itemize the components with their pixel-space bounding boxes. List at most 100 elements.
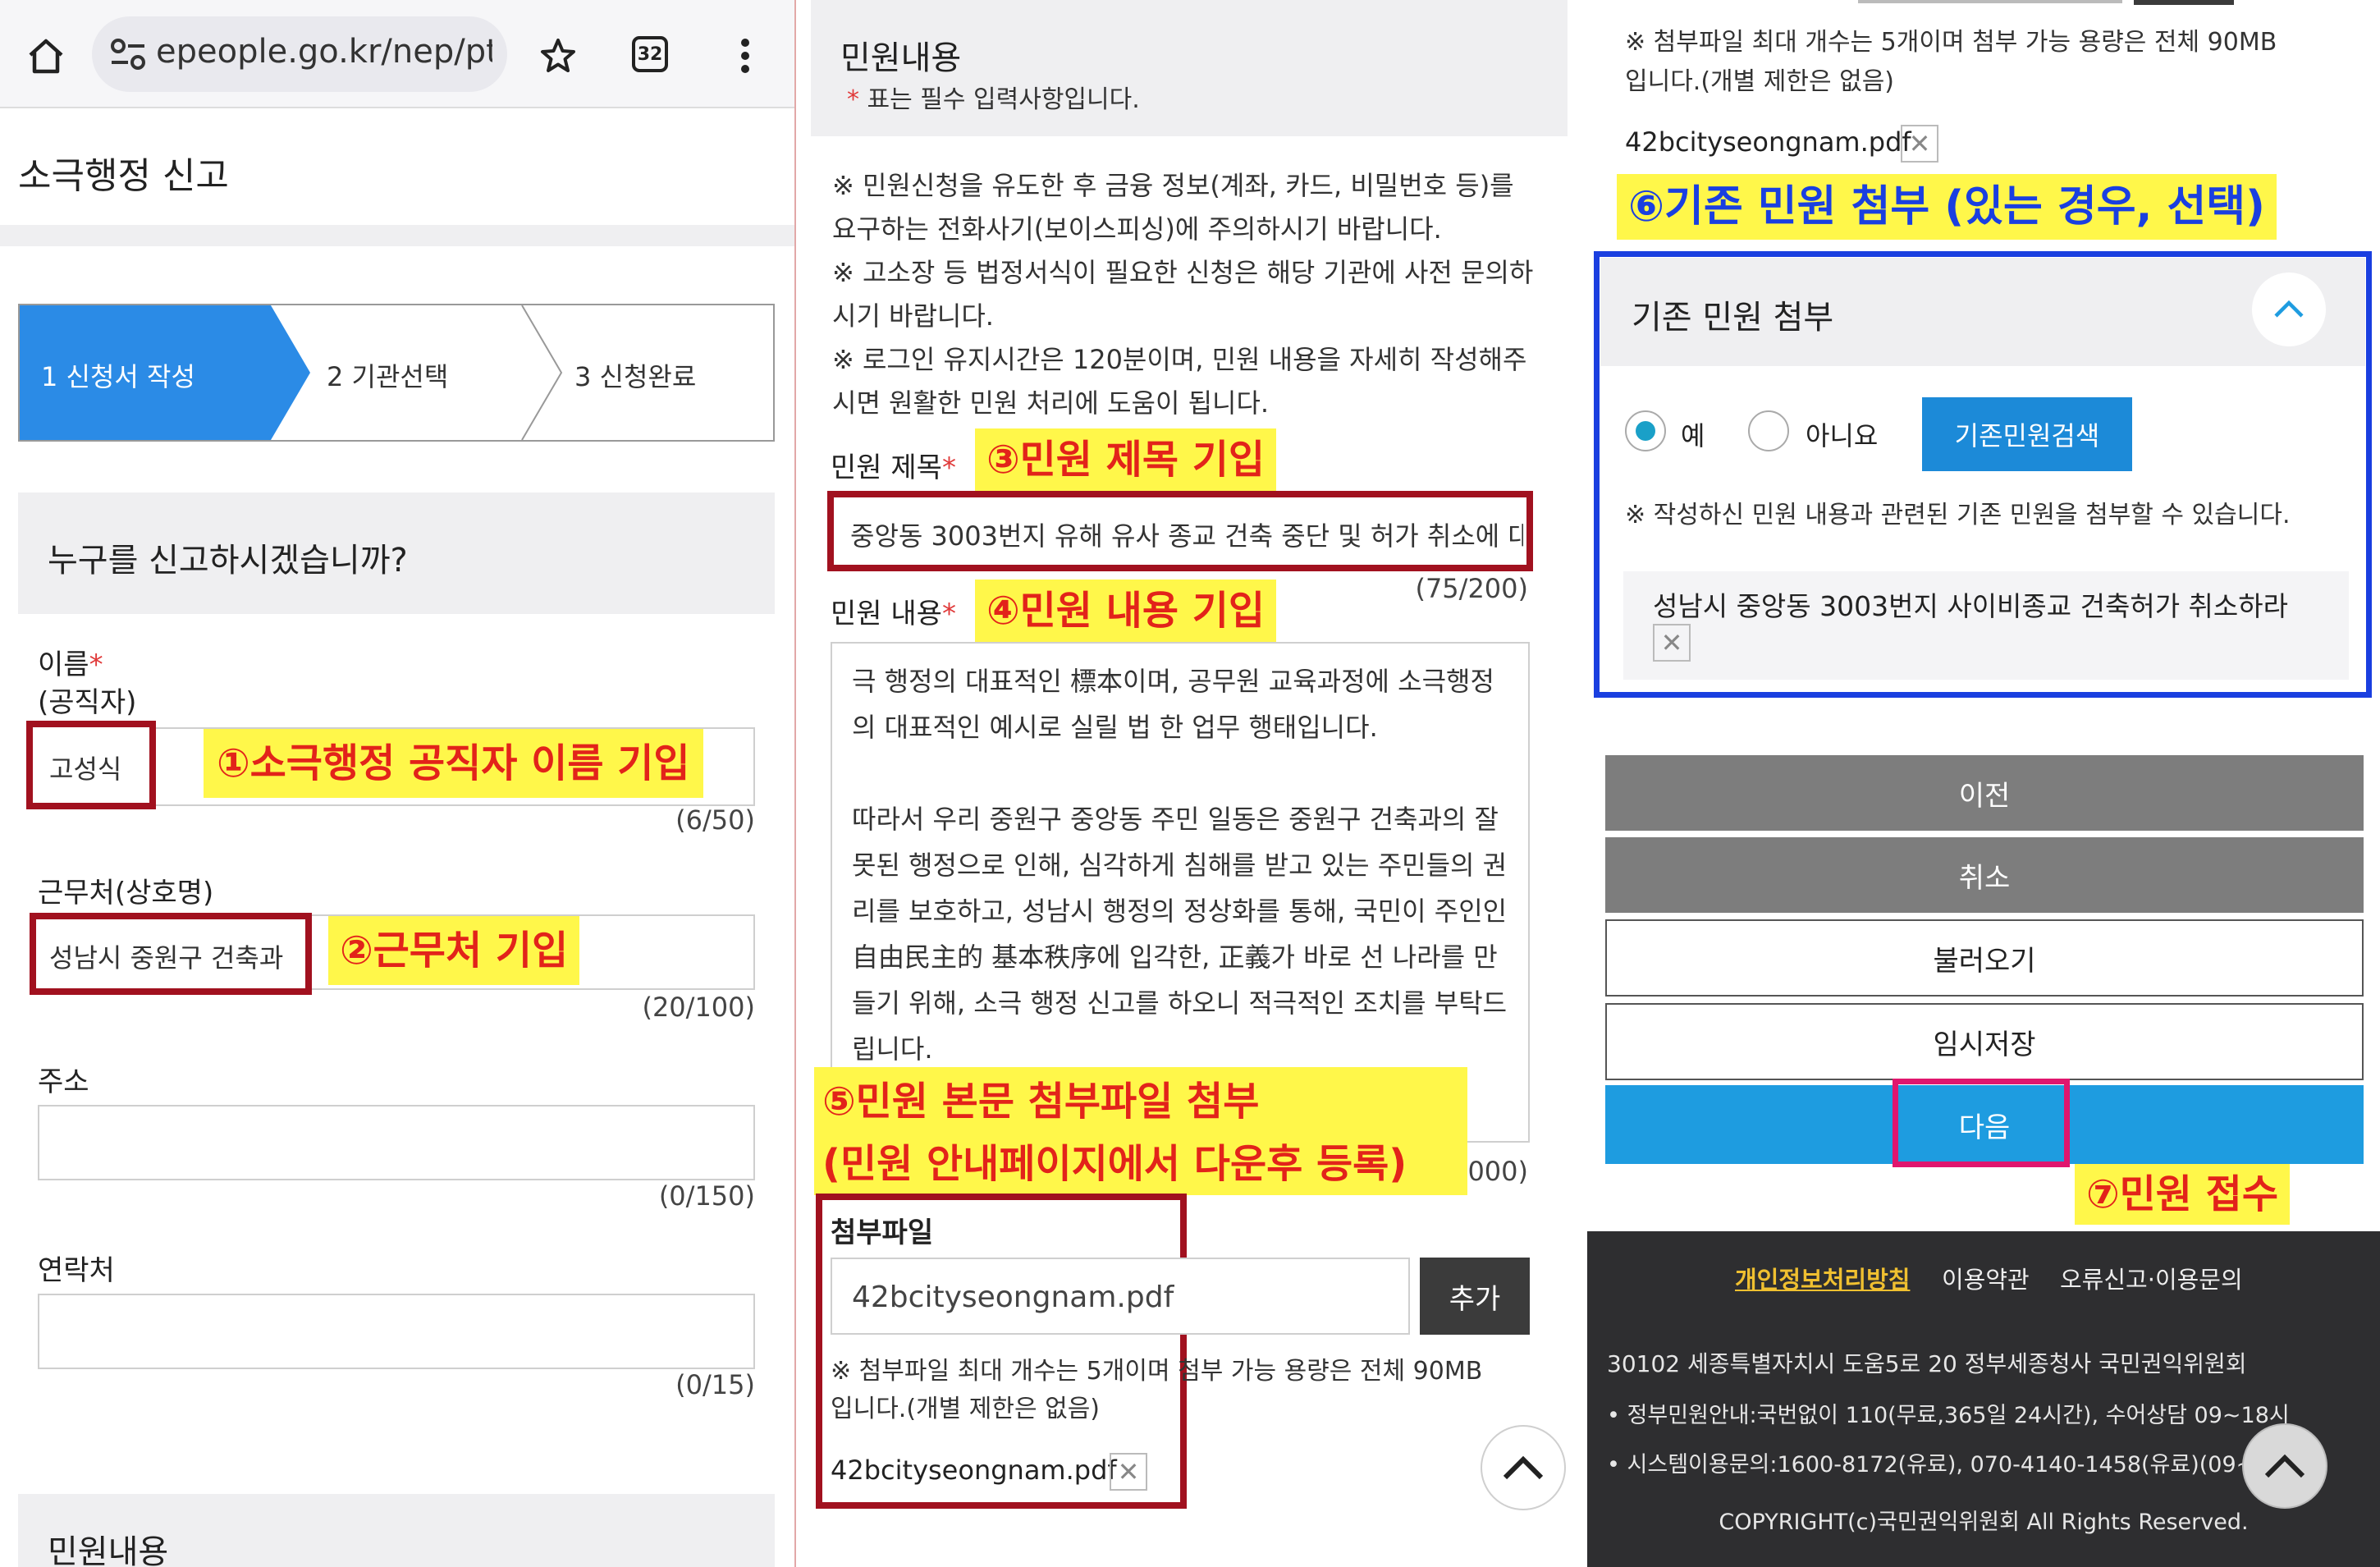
title-input[interactable]: 중앙동 3003번지 유해 유사 종교 건축 중단 및 허가 취소에 대하 — [827, 491, 1533, 571]
name-sublabel: (공직자) — [38, 686, 137, 719]
tab-count-icon[interactable]: 32 — [632, 36, 668, 72]
notice-line: ※ 로그인 유지시간은 120분이며, 민원 내용을 자세히 작성해주 — [832, 344, 1527, 375]
attach-label: 첨부파일 — [831, 1216, 934, 1249]
address-label: 주소 — [38, 1065, 89, 1098]
step-2: 2 기관선택 — [327, 361, 449, 392]
contact-input[interactable] — [38, 1294, 755, 1369]
scroll-top-button[interactable] — [1481, 1425, 1566, 1510]
footer-link-terms[interactable]: 이용약관 — [1942, 1261, 2030, 1295]
footer-copyright: COPYRIGHT(c)국민권익위원회 All Rights Reserved. — [1719, 1510, 2249, 1535]
annotation-5-line1: ⑤민원 본문 첨부파일 첨부 — [822, 1079, 1260, 1125]
tab-count: 32 — [632, 36, 668, 72]
name-value: 고성식 — [49, 754, 122, 785]
content-header: 민원내용 * 표는 필수 입력사항입니다. — [811, 0, 1568, 136]
attach-note-line: ※ 첨부파일 최대 개수는 5개이며 첨부 가능 용량은 전체 90MB — [1625, 28, 2277, 57]
name-counter: (6/50) — [675, 804, 755, 836]
page-title: 소극행정 신고 — [18, 155, 229, 197]
content-text: 극 행정의 대표적인 標本이며, 공무원 교육과정에 소극행정 의 대표적인 예… — [852, 658, 1517, 1072]
title-counter: (75/200) — [1415, 573, 1528, 604]
radio-yes-dot — [1636, 421, 1655, 441]
title-label: 민원 제목* — [831, 451, 956, 484]
star-icon[interactable] — [535, 33, 581, 79]
radio-no-label: 아니요 — [1806, 420, 1879, 451]
content-line: 극 행정의 대표적인 標本이며, 공무원 교육과정에 소극행정 — [852, 666, 1494, 697]
bottom-section-header: 민원내용 — [18, 1494, 775, 1567]
section-title: 누구를 신고하시겠습니까? — [48, 542, 408, 580]
notice-line: 시면 원활한 민원 처리에 도움이 됩니다. — [832, 387, 1270, 419]
title-value: 중앙동 3003번지 유해 유사 종교 건축 중단 및 허가 취소에 대하 — [850, 520, 1523, 552]
prev-button[interactable]: 이전 — [1605, 755, 2364, 831]
annotation-1: ①소극행정 공직자 이름 기입 — [204, 729, 703, 798]
attached-file-name-right: 42bcityseongnam.pdf — [1625, 126, 1911, 158]
content-line: 들기 위해, 소극 행정 신고를 하오니 적극적인 조치를 부탁드 — [852, 987, 1508, 1019]
site-settings-icon[interactable] — [108, 36, 149, 72]
required-note: * 표는 필수 입력사항입니다. — [847, 85, 1140, 114]
close-icon[interactable]: ✕ — [1110, 1453, 1147, 1491]
temp-save-button[interactable]: 임시저장 — [1605, 1003, 2364, 1080]
chevron-up-icon — [1503, 1455, 1544, 1480]
attach-note-line: 입니다.(개별 제한은 없음) — [1625, 67, 1895, 96]
annotation-7: ⑦민원 접수 — [2075, 1164, 2290, 1225]
cancel-button[interactable]: 취소 — [1605, 837, 2364, 913]
notice-line: 시기 바랍니다. — [832, 300, 994, 332]
content-line: 自由民主的 基本秩序에 입각한, 正義가 바로 선 나라를 만 — [852, 942, 1498, 973]
footer-link-privacy[interactable]: 개인정보처리방침 — [1735, 1261, 1910, 1295]
left-panel: epeople.go.kr/nep/pttn/r 32 소극행정 신고 1 신청… — [0, 0, 794, 1567]
step-3: 3 신청완료 — [574, 361, 697, 392]
url-text[interactable]: epeople.go.kr/nep/pttn/r — [156, 33, 492, 71]
content-line: 의 대표적인 예시로 실릴 법 한 업무 행태입니다. — [852, 712, 1378, 743]
content-line-blank — [852, 750, 1517, 796]
panel-divider-1 — [794, 0, 796, 1567]
footer: 개인정보처리방침 이용약관 오류신고·이용문의 30102 세종특별자치시 도움… — [1587, 1231, 2380, 1567]
step-1: 1 신청서 작성 — [41, 361, 195, 392]
section-header: 누구를 신고하시겠습니까? — [18, 493, 775, 614]
add-file-button[interactable]: 추가 — [1420, 1258, 1530, 1335]
middle-panel: 민원내용 * 표는 필수 입력사항입니다. ※ 민원신청을 유도한 후 금융 정… — [803, 0, 1582, 1567]
content-line: 리를 보호하고, 성남시 행정의 정상화를 통해, 국민이 주인인 — [852, 896, 1508, 927]
notice-line: 요구하는 전화사기(보이스피싱)에 주의하시기 바랍니다. — [832, 213, 1442, 245]
more-vertical-icon[interactable] — [722, 33, 768, 79]
close-icon[interactable]: ✕ — [1901, 125, 1938, 163]
chevron-up-icon — [2274, 300, 2304, 318]
address-input[interactable] — [38, 1105, 755, 1180]
footer-link-report[interactable]: 오류신고·이용문의 — [2060, 1261, 2243, 1295]
notice-line: ※ 민원신청을 유도한 후 금융 정보(계좌, 카드, 비밀번호 등)를 — [832, 170, 1514, 201]
contact-label: 연락처 — [38, 1254, 115, 1287]
content-line: 따라서 우리 중원구 중앙동 주민 일동은 중원구 건축과의 잘 — [852, 804, 1499, 835]
footer-info-2: • 시스템이용문의:1600-8172(유료), 070-4140-1458(유… — [1607, 1452, 2313, 1478]
radio-yes-label: 예 — [1681, 420, 1705, 451]
collapse-button[interactable] — [2252, 273, 2326, 346]
radio-no[interactable] — [1748, 410, 1789, 451]
existing-item: 성남시 중앙동 3003번지 사이비종교 건축허가 취소하라 ✕ — [1623, 571, 2349, 680]
work-counter: (20/100) — [642, 992, 755, 1023]
annotation-5: ⑤민원 본문 첨부파일 첨부 (민원 안내페이지에서 다운후 등록) — [814, 1067, 1467, 1195]
notice-line: ※ 고소장 등 법정서식이 필요한 신청은 해당 기관에 사전 문의하 — [832, 257, 1534, 288]
content-header-title: 민원내용 — [840, 39, 962, 77]
content-line: 못된 행정으로 인해, 심각하게 침해를 받고 있는 주민들의 권 — [852, 850, 1508, 881]
search-existing-button[interactable]: 기존민원검색 — [1922, 397, 2132, 471]
annotation-4: ④민원 내용 기입 — [975, 580, 1277, 642]
home-icon[interactable] — [23, 33, 69, 79]
right-panel: ※ 첨부파일 최대 개수는 5개이며 첨부 가능 용량은 전체 90MB 입니다… — [1582, 0, 2380, 1567]
name-label: 이름* — [38, 648, 103, 681]
attach-file-value: 42bcityseongnam.pdf — [852, 1281, 1174, 1314]
work-value: 성남시 중원구 건축과 — [49, 942, 284, 974]
annotation-2: ②근무처 기입 — [328, 916, 580, 985]
contact-counter: (0/15) — [675, 1369, 755, 1400]
existing-title: 기존 민원 첨부 — [1632, 299, 1834, 337]
attach-file-input[interactable]: 42bcityseongnam.pdf — [831, 1258, 1410, 1335]
attach-note-line: ※ 첨부파일 최대 개수는 5개이며 첨부 가능 용량은 전체 90MB — [831, 1357, 1483, 1386]
chevron-up-icon — [2264, 1454, 2305, 1478]
annotation-6: ⑥기존 민원 첨부 (있는 경우, 선택) — [1617, 174, 2277, 240]
load-button[interactable]: 불러오기 — [1605, 919, 2364, 997]
attach-note-right: ※ 첨부파일 최대 개수는 5개이며 첨부 가능 용량은 전체 90MB 입니다… — [1625, 23, 2364, 102]
existing-header: 기존 민원 첨부 — [1600, 258, 2365, 366]
work-label: 근무처(상호명) — [38, 877, 214, 910]
radio-yes[interactable] — [1625, 410, 1666, 451]
existing-item-title: 성남시 중앙동 3003번지 사이비종교 건축허가 취소하라 — [1653, 590, 2288, 622]
attach-note: ※ 첨부파일 최대 개수는 5개이며 첨부 가능 용량은 전체 90MB 입니다… — [831, 1353, 1553, 1428]
close-icon[interactable]: ✕ — [1653, 624, 1691, 662]
existing-note: ※ 작성하신 민원 내용과 관련된 기존 민원을 첨부할 수 있습니다. — [1625, 501, 2291, 529]
address-counter: (0/150) — [658, 1180, 755, 1212]
scroll-top-button[interactable] — [2242, 1423, 2327, 1509]
